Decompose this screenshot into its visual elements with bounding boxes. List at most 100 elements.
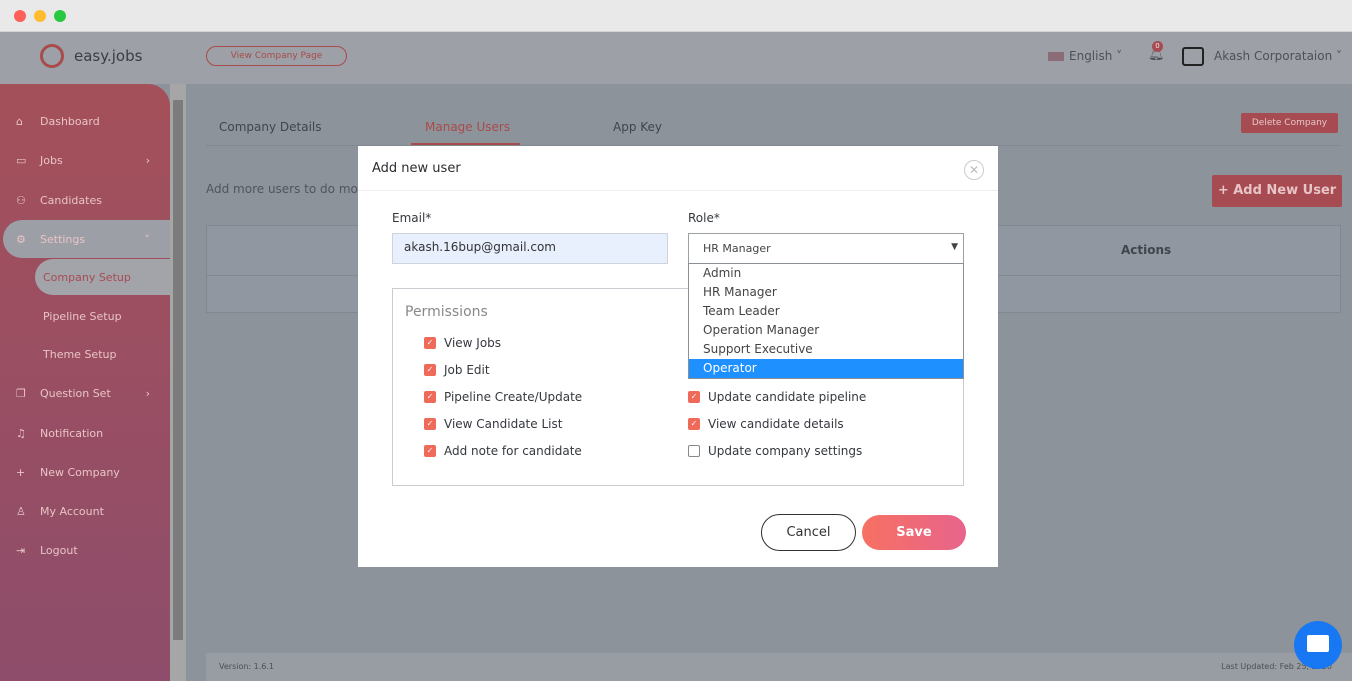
chat-button[interactable] xyxy=(1294,621,1342,669)
permissions-title: Permissions xyxy=(405,304,488,320)
maximize-window-button[interactable] xyxy=(54,10,66,22)
users-icon: ⚇ xyxy=(16,193,26,207)
sidebar-item-label: Settings xyxy=(40,232,86,246)
tab-manage-users[interactable]: Manage Users xyxy=(425,120,510,134)
permission-job-edit[interactable]: ✓ Job Edit xyxy=(424,363,490,377)
sidebar-sub-theme-setup[interactable]: Theme Setup xyxy=(35,336,170,372)
email-label: Email* xyxy=(392,211,432,225)
permission-label: Pipeline Create/Update xyxy=(444,390,583,404)
sidebar-item-label: Jobs xyxy=(40,153,63,167)
scrollbar-thumb[interactable] xyxy=(173,100,183,640)
sidebar-item-settings[interactable]: ⚙ Settings ˅ xyxy=(3,220,170,258)
modal-title: Add new user xyxy=(372,161,461,176)
sidebar-item-logout[interactable]: ⇥ Logout xyxy=(16,531,170,569)
add-new-user-button[interactable]: + Add New User xyxy=(1212,175,1342,207)
sidebar-item-candidates[interactable]: ⚇ Candidates xyxy=(16,181,170,219)
cancel-button[interactable]: Cancel xyxy=(761,514,856,551)
sidebar-item-jobs[interactable]: ▭ Jobs › xyxy=(16,141,170,179)
save-button[interactable]: Save xyxy=(862,515,966,550)
sidebar-sub-pipeline-setup[interactable]: Pipeline Setup xyxy=(35,298,170,334)
permission-update-company-settings[interactable]: Update company settings xyxy=(688,444,862,458)
permission-pipeline[interactable]: ✓ Pipeline Create/Update xyxy=(424,390,582,404)
notification-badge: 0 xyxy=(1152,41,1163,52)
tab-app-key[interactable]: App Key xyxy=(613,120,662,134)
role-option[interactable]: HR Manager xyxy=(689,283,963,302)
sidebar-item-label: Question Set xyxy=(40,386,111,400)
role-selected-value: HR Manager xyxy=(703,242,771,255)
role-label: Role* xyxy=(688,211,720,225)
us-flag-icon xyxy=(1048,52,1064,61)
sidebar-item-my-account[interactable]: ♙ My Account xyxy=(16,492,170,530)
language-label: English xyxy=(1069,49,1113,63)
sidebar-sub-company-setup[interactable]: Company Setup xyxy=(35,259,170,295)
sidebar-item-dashboard[interactable]: ⌂ Dashboard xyxy=(16,102,170,140)
tab-company-details[interactable]: Company Details xyxy=(219,120,322,134)
sidebar-item-label: My Account xyxy=(40,504,104,518)
sidebar-item-label: Logout xyxy=(40,543,78,557)
chat-icon xyxy=(1307,635,1329,652)
company-briefcase-icon xyxy=(1182,47,1204,66)
company-switcher[interactable]: Akash Corporataion ˅ xyxy=(1214,49,1342,63)
minimize-window-button[interactable] xyxy=(34,10,46,22)
bell-icon: ♫ xyxy=(16,426,26,440)
permission-label: View candidate details xyxy=(708,417,844,431)
sidebar-item-label: Candidates xyxy=(40,193,102,207)
intro-text: Add more users to do more xyxy=(206,182,370,196)
checkbox-checked-icon[interactable]: ✓ xyxy=(688,391,700,403)
checkbox-checked-icon[interactable]: ✓ xyxy=(424,391,436,403)
sidebar-item-label: Dashboard xyxy=(40,114,100,128)
briefcase-icon: ▭ xyxy=(16,153,27,167)
close-icon[interactable]: ✕ xyxy=(964,160,984,180)
logo[interactable]: easy.jobs xyxy=(74,47,142,65)
view-company-page-button[interactable]: View Company Page xyxy=(206,46,347,66)
role-option-highlighted[interactable]: Operator xyxy=(689,359,963,378)
role-option[interactable]: Team Leader xyxy=(689,302,963,321)
role-option[interactable]: Support Executive xyxy=(689,340,963,359)
version-text: Version: 1.6.1 xyxy=(219,662,275,671)
gear-icon: ⚙ xyxy=(16,232,26,246)
dropdown-arrow-icon: ▼ xyxy=(951,242,958,252)
chevron-right-icon: › xyxy=(145,386,150,400)
home-icon: ⌂ xyxy=(16,114,23,128)
role-select[interactable]: HR Manager ▼ xyxy=(688,233,964,264)
permission-view-candidate-list[interactable]: ✓ View Candidate List xyxy=(424,417,562,431)
permission-update-pipeline[interactable]: ✓ Update candidate pipeline xyxy=(688,390,866,404)
permission-label: Add note for candidate xyxy=(444,444,582,458)
modal-header-divider xyxy=(358,190,998,191)
actions-header: Actions xyxy=(1121,243,1172,257)
sidebar-item-label: Notification xyxy=(40,426,104,440)
checkbox-checked-icon[interactable]: ✓ xyxy=(424,364,436,376)
language-select[interactable]: English ˅ xyxy=(1069,49,1122,63)
plus-icon: + xyxy=(16,465,26,479)
permission-label: Job Edit xyxy=(444,363,490,377)
role-option[interactable]: Admin xyxy=(689,264,963,283)
checkbox-checked-icon[interactable]: ✓ xyxy=(424,445,436,457)
checkbox-checked-icon[interactable]: ✓ xyxy=(424,337,436,349)
checkbox-checked-icon[interactable]: ✓ xyxy=(688,418,700,430)
copy-icon: ❐ xyxy=(16,386,26,400)
role-option[interactable]: Operation Manager xyxy=(689,321,963,340)
permission-add-note[interactable]: ✓ Add note for candidate xyxy=(424,444,582,458)
footer: Version: 1.6.1 Last Updated: Feb 25, 202… xyxy=(206,653,1352,681)
delete-company-button[interactable]: Delete Company xyxy=(1241,113,1338,133)
sidebar-item-notification[interactable]: ♫ Notification xyxy=(16,414,170,452)
window-titlebar xyxy=(0,0,1352,32)
logo-icon xyxy=(40,44,64,68)
checkbox-unchecked-icon[interactable] xyxy=(688,445,700,457)
sidebar-item-label: New Company xyxy=(40,465,120,479)
permission-label: View Candidate List xyxy=(444,417,563,431)
permission-view-candidate-details[interactable]: ✓ View candidate details xyxy=(688,417,844,431)
logout-icon: ⇥ xyxy=(16,543,26,557)
checkbox-checked-icon[interactable]: ✓ xyxy=(424,418,436,430)
sidebar-item-new-company[interactable]: + New Company xyxy=(16,453,170,491)
permission-view-jobs[interactable]: ✓ View Jobs xyxy=(424,336,501,350)
chevron-right-icon: › xyxy=(145,153,150,167)
role-dropdown: Admin HR Manager Team Leader Operation M… xyxy=(688,263,964,379)
permission-label: View Jobs xyxy=(444,336,502,350)
permission-label: Update candidate pipeline xyxy=(708,390,867,404)
chevron-down-icon: ˅ xyxy=(144,232,151,246)
email-field[interactable]: akash.16bup@gmail.com xyxy=(392,233,668,264)
sidebar-item-question-set[interactable]: ❐ Question Set › xyxy=(16,374,170,412)
permission-label: Update company settings xyxy=(708,444,863,458)
close-window-button[interactable] xyxy=(14,10,26,22)
